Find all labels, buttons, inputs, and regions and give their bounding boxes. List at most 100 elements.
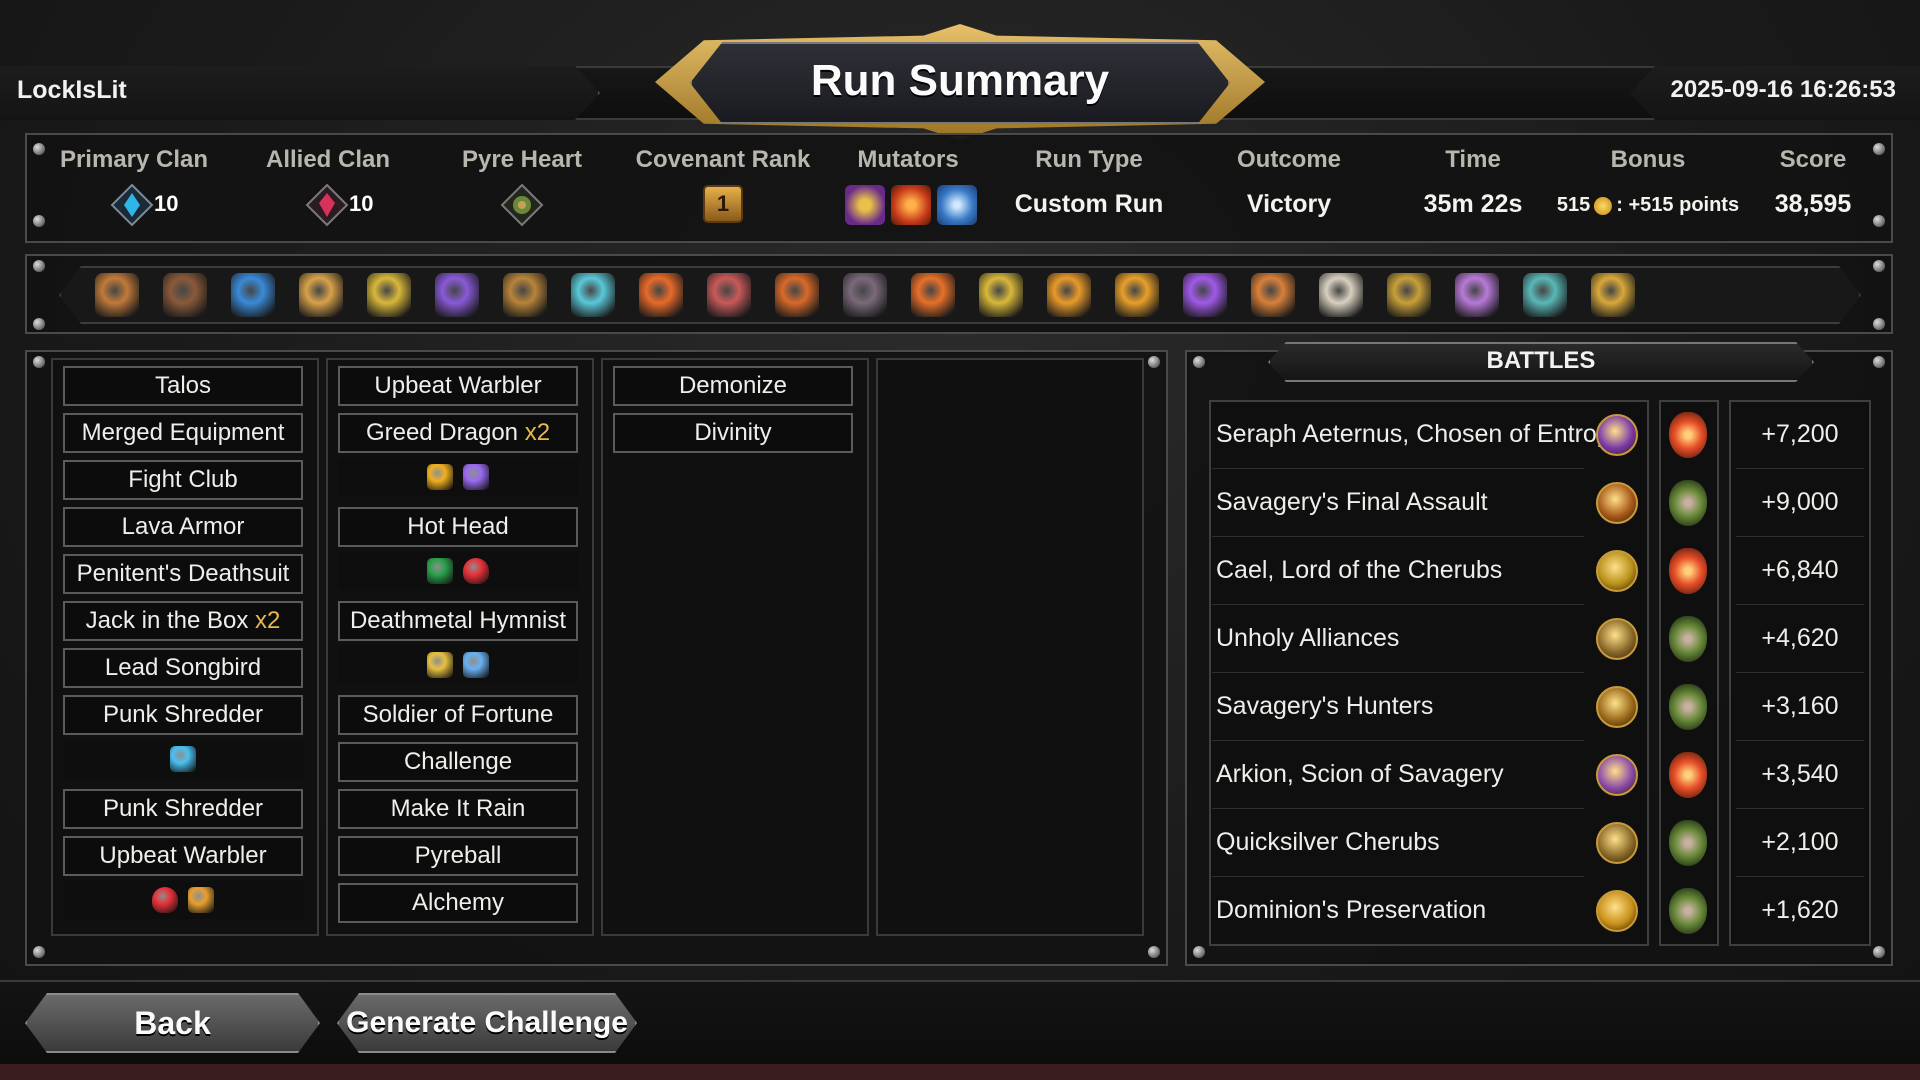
row-divider <box>1212 876 1584 877</box>
ring-artifact-icon[interactable] <box>503 273 547 317</box>
run-type-label: Run Type <box>1035 146 1143 173</box>
card-lava-armor[interactable]: Lava Armor <box>63 507 303 547</box>
golden-idol-artifact-icon[interactable] <box>1591 273 1635 317</box>
pyre-heart-red-icon <box>1669 412 1707 458</box>
row-divider <box>1736 740 1864 741</box>
pyre-heart-icon <box>500 183 544 227</box>
purple-flame-artifact-icon[interactable] <box>1183 273 1227 317</box>
card-jack-in-the-box[interactable]: Jack in the Box x2 <box>63 601 303 641</box>
card-fight-club[interactable]: Fight Club <box>63 460 303 500</box>
deck-column-4 <box>876 358 1144 936</box>
row-divider <box>1212 604 1584 605</box>
card-deathmetal-hymnist[interactable]: Deathmetal Hymnist <box>338 601 578 641</box>
battle-score: +4,620 <box>1761 624 1839 652</box>
battle-score: +2,100 <box>1761 828 1839 856</box>
card-punk-shredder[interactable]: Punk Shredder <box>63 789 303 829</box>
card-upgrades <box>338 458 578 496</box>
feather-artifact-icon[interactable] <box>1319 273 1363 317</box>
battle-score: +9,000 <box>1761 488 1839 516</box>
card-challenge[interactable]: Challenge <box>338 742 578 782</box>
card-name: Upbeat Warbler <box>374 372 542 399</box>
row-divider <box>1736 808 1864 809</box>
spear-artifact-icon[interactable] <box>1387 273 1431 317</box>
lightning-cloud-artifact-icon[interactable] <box>571 273 615 317</box>
seraph-boss-icon <box>1596 414 1638 456</box>
row-divider <box>1736 468 1864 469</box>
cael-boss-icon <box>1596 550 1638 592</box>
card-make-it-rain[interactable]: Make It Rain <box>338 789 578 829</box>
primary-clan-level: 10 <box>154 191 179 216</box>
outcome-value: Victory <box>1246 190 1332 218</box>
pyre-heart-red-icon <box>1669 752 1707 798</box>
shard-artifact-icon[interactable] <box>1455 273 1499 317</box>
score-value: 38,595 <box>1774 190 1852 218</box>
bottom-edge <box>0 1064 1920 1080</box>
golden-staff-artifact-icon[interactable] <box>367 273 411 317</box>
claw-artifact-icon[interactable] <box>1251 273 1295 317</box>
card-artifact-icon[interactable] <box>1047 273 1091 317</box>
card-upgrades <box>338 552 578 590</box>
row-divider <box>1736 536 1864 537</box>
time-label: Time <box>1445 146 1501 173</box>
sun-coin-artifact-icon[interactable] <box>1115 273 1159 317</box>
green-shield-upgrade-icon <box>427 558 453 584</box>
card-greed-dragon[interactable]: Greed Dragon x2 <box>338 413 578 453</box>
mutator-swirl-icon <box>937 185 977 225</box>
deck-panel: Talos Merged Equipment Fight Club Lava Armo… <box>25 350 1168 966</box>
demon-skull-artifact-icon[interactable] <box>775 273 819 317</box>
alliance-icon <box>1596 618 1638 660</box>
row-divider <box>1212 740 1584 741</box>
totem-artifact-icon[interactable] <box>1523 273 1567 317</box>
heart-upgrade-icon <box>152 887 178 913</box>
battle-name: Unholy Alliances <box>1216 624 1400 652</box>
card-punk-shredder[interactable]: Punk Shredder <box>63 695 303 735</box>
card-upbeat-warbler[interactable]: Upbeat Warbler <box>63 836 303 876</box>
run-type-value: Custom Run <box>1014 190 1164 218</box>
card-demonize[interactable]: Demonize <box>613 366 853 406</box>
card-merged-equipment[interactable]: Merged Equipment <box>63 413 303 453</box>
bonus-label: Bonus <box>1610 146 1686 173</box>
potion-artifact-icon[interactable] <box>843 273 887 317</box>
lantern-artifact-icon[interactable] <box>299 273 343 317</box>
card-name: Divinity <box>694 419 772 446</box>
pyre-heart-green-icon <box>1669 888 1707 934</box>
card-quantity: x2 <box>524 419 551 446</box>
battle-score: +7,200 <box>1761 420 1839 448</box>
row-divider <box>1212 536 1584 537</box>
purple-crystal-artifact-icon[interactable] <box>435 273 479 317</box>
card-name: Deathmetal Hymnist <box>349 607 567 634</box>
pistol-artifact-icon[interactable] <box>95 273 139 317</box>
card-upgrades <box>63 740 303 778</box>
gold-gem-upgrade-icon <box>427 464 453 490</box>
card-pyreball[interactable]: Pyreball <box>338 836 578 876</box>
card-divinity[interactable]: Divinity <box>613 413 853 453</box>
card-alchemy[interactable]: Alchemy <box>338 883 578 923</box>
crown-artifact-icon[interactable] <box>979 273 1023 317</box>
blue-blade-artifact-icon[interactable] <box>231 273 275 317</box>
card-name: Demonize <box>678 372 788 399</box>
maw-artifact-icon[interactable] <box>707 273 751 317</box>
allied-clan-label: Allied Clan <box>265 146 391 173</box>
scroll-artifact-icon[interactable] <box>911 273 955 317</box>
card-lead-songbird[interactable]: Lead Songbird <box>63 648 303 688</box>
card-hot-head[interactable]: Hot Head <box>338 507 578 547</box>
card-soldier-of-fortune[interactable]: Soldier of Fortune <box>338 695 578 735</box>
bonus-points: : +515 points <box>1616 194 1740 216</box>
hammer-artifact-icon[interactable] <box>163 273 207 317</box>
blue-crystal-upgrade-icon <box>170 746 196 772</box>
card-name: Soldier of Fortune <box>362 701 554 728</box>
card-name: Pyreball <box>414 842 502 869</box>
bonus-amount: 515 <box>1556 194 1591 216</box>
generate-challenge-button[interactable]: Generate Challenge <box>337 993 637 1053</box>
hunters-icon <box>1596 686 1638 728</box>
battle-name: Savagery's Final Assault <box>1216 488 1488 516</box>
fire-orb-artifact-icon[interactable] <box>639 273 683 317</box>
card-talos[interactable]: Talos <box>63 366 303 406</box>
run-stats-panel: Primary Clan 10 Allied Clan 10 Pyre Hear… <box>25 133 1893 243</box>
card-name: Merged Equipment <box>81 419 285 446</box>
back-button[interactable]: Back <box>25 993 320 1053</box>
card-upbeat-warbler[interactable]: Upbeat Warbler <box>338 366 578 406</box>
clan-demon-icon <box>305 183 349 227</box>
run-datetime: 2025-09-16 16:26:53 <box>1670 76 1896 103</box>
card-penitent-s-deathsuit[interactable]: Penitent's Deathsuit <box>63 554 303 594</box>
